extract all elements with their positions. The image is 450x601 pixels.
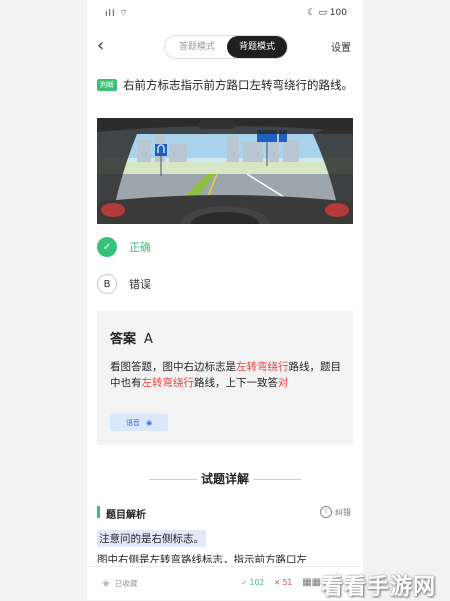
- status-right-text: ☾ ▭ 100: [307, 8, 347, 18]
- back-button[interactable]: ‹: [97, 34, 104, 58]
- wrong-count: ✕ 51: [273, 578, 293, 587]
- option-a-label: 正确: [129, 241, 151, 254]
- correction-button[interactable]: ! 纠错: [320, 506, 351, 518]
- option-b-key: B: [97, 274, 117, 294]
- app-header: ‹ 答题模式 背题模式 设置: [87, 34, 363, 60]
- correction-icon: !: [320, 506, 332, 518]
- correction-label: 纠错: [335, 507, 351, 517]
- exp-highlight-3: 对: [278, 377, 289, 389]
- status-bar: ıll ⌔ ☾ ▭ 100: [87, 8, 363, 22]
- status-right: ☾ ▭ 100: [308, 8, 347, 18]
- analysis-line-2: 图中右侧是左转弯路线标志，指示前方路口左: [97, 554, 307, 563]
- option-b-label: 错误: [129, 278, 151, 291]
- question-type-badge: 判断: [97, 79, 117, 91]
- section-title: 试题详解: [200, 472, 249, 486]
- option-b[interactable]: B 错误: [97, 273, 151, 295]
- favorite-button[interactable]: ★ 已收藏: [101, 577, 137, 590]
- exp-highlight-2: 左转弯绕行: [141, 377, 195, 389]
- section-divider-right: [253, 479, 301, 480]
- analysis-marker: [97, 506, 100, 518]
- signal-indicator: ıll ⌔: [105, 9, 129, 19]
- settings-button[interactable]: 设置: [331, 39, 351, 54]
- answer-card: 答案 A 看图答题，图中右边标志是左转弯绕行路线，题目中也有左转弯绕行路线，上下一…: [97, 311, 353, 445]
- favorite-label: 已收藏: [114, 579, 138, 588]
- progress-counters: ✓ 102 ✕ 51 ▦▦: [241, 577, 321, 588]
- analysis-line-1: 注意问的是右侧标志。: [97, 530, 206, 547]
- analysis-heading: 题目解析: [106, 510, 146, 521]
- speaker-icon: ◉: [145, 418, 153, 427]
- question-text: 右前方标志指示前方路口左转弯绕行的路线。: [123, 78, 353, 92]
- star-icon: ★: [101, 577, 111, 590]
- question-grid-button[interactable]: ▦▦: [302, 577, 321, 588]
- exp-part-1: 看图答题，图中右边标志是: [110, 361, 236, 373]
- mode-switch: 答题模式 背题模式: [164, 35, 288, 59]
- exp-highlight-1: 左转弯绕行: [236, 361, 289, 373]
- voice-button[interactable]: 语音 ◉: [110, 414, 168, 431]
- phone-screen: ıll ⌔ ☾ ▭ 100 ‹ 答题模式 背题模式 设置 右前方标志指示前方路口…: [87, 0, 363, 600]
- exp-part-3: 路线，上下一致答: [194, 377, 278, 389]
- question-image: [97, 118, 353, 224]
- correct-count: ✓ 102: [241, 578, 264, 587]
- answer-title-text: 答案: [110, 332, 137, 347]
- answer-explanation: 看图答题，图中右边标志是左转弯绕行路线，题目中也有左转弯绕行路线，上下一致答对: [110, 359, 342, 391]
- watermark-logo: 看看手游网: [321, 575, 437, 600]
- tab-answer-mode[interactable]: 答题模式: [169, 36, 225, 58]
- voice-label: 语音: [125, 418, 140, 427]
- check-icon: ✓: [97, 237, 117, 257]
- option-a[interactable]: ✓ 正确: [97, 236, 151, 258]
- tab-memorize-mode[interactable]: 背题模式: [227, 36, 287, 58]
- answer-title: 答案 A: [110, 328, 153, 347]
- answer-letter: A: [144, 332, 153, 347]
